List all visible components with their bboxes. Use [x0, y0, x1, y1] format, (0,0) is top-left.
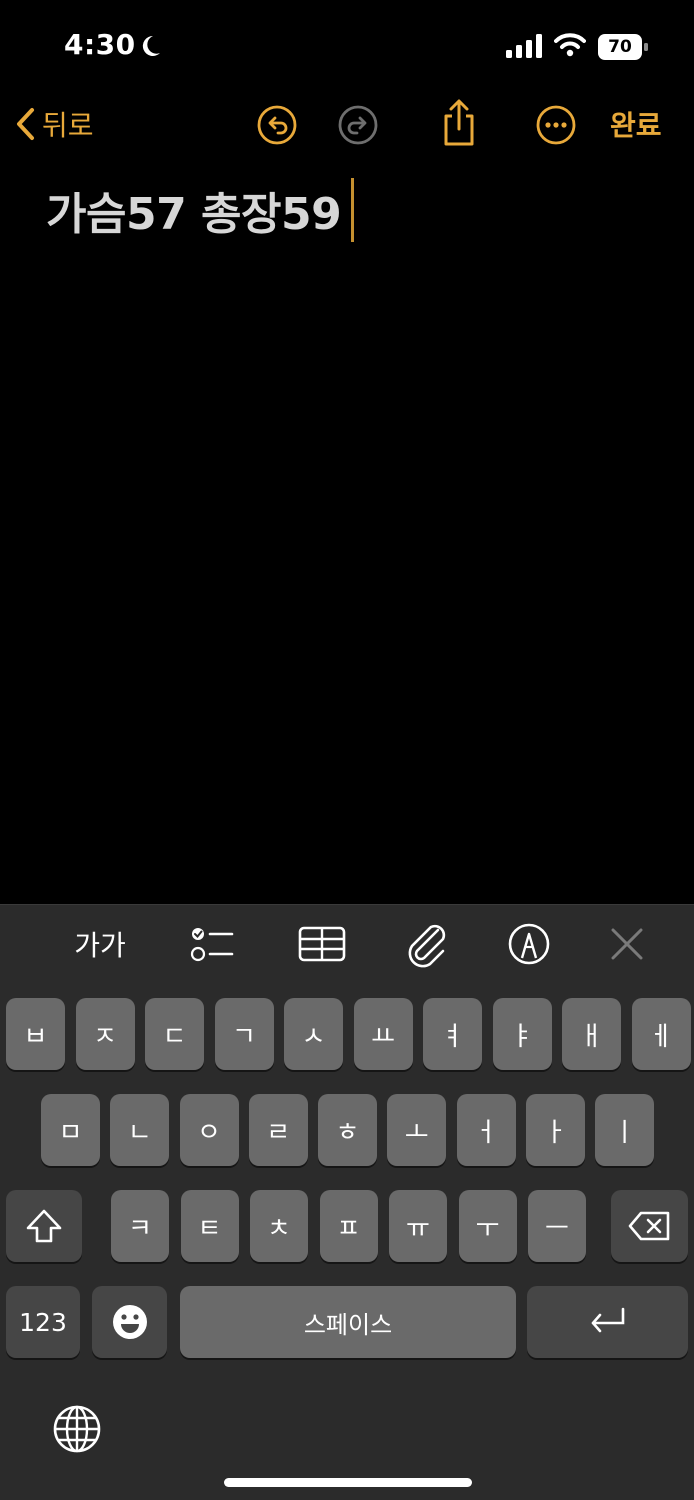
key-label: ㅐ — [579, 1021, 604, 1052]
key-row2-8[interactable]: ㅣ — [595, 1094, 654, 1166]
key-label: ㅎ — [335, 1117, 360, 1148]
key-label: ㄴ — [127, 1117, 152, 1148]
key-label: ㅡ — [545, 1213, 569, 1244]
key-row3-1[interactable]: ㅌ — [180, 1190, 239, 1262]
status-time: 4:30 — [64, 28, 136, 61]
cellular-signal-icon — [506, 34, 542, 58]
key-row1-4[interactable]: ㅅ — [284, 998, 343, 1070]
key-label: ㅔ — [649, 1021, 673, 1052]
close-icon[interactable] — [600, 920, 654, 968]
delete-key[interactable] — [611, 1190, 688, 1262]
return-key[interactable] — [527, 1286, 688, 1358]
key-row1-3[interactable]: ㄱ — [214, 998, 274, 1070]
format-text-button[interactable]: 가가 — [70, 920, 130, 968]
key-row1-5[interactable]: ㅛ — [353, 998, 413, 1070]
emoji-key[interactable] — [92, 1286, 167, 1358]
return-icon — [591, 1307, 624, 1333]
checklist-icon[interactable] — [186, 920, 240, 968]
key-row1-8[interactable]: ㅐ — [562, 998, 621, 1070]
key-row3-0[interactable]: ㅋ — [111, 1190, 169, 1262]
home-indicator — [224, 1478, 472, 1487]
key-row1-7[interactable]: ㅑ — [492, 998, 552, 1070]
key-row2-4[interactable]: ㅎ — [318, 1094, 377, 1166]
numbers-key[interactable]: 123 — [6, 1286, 80, 1358]
key-row1-1[interactable]: ㅈ — [75, 998, 135, 1070]
key-label: ㄹ — [266, 1117, 291, 1148]
more-icon[interactable] — [535, 104, 577, 146]
key-label: ㅜ — [475, 1213, 500, 1244]
text-caret — [351, 178, 354, 242]
key-label: ㅅ — [301, 1021, 326, 1052]
format-label: 가가 — [74, 929, 126, 962]
redo-icon[interactable] — [337, 104, 379, 146]
numbers-label: 123 — [19, 1307, 67, 1337]
key-row2-7[interactable]: ㅏ — [525, 1094, 585, 1166]
key-row3-2[interactable]: ㅊ — [250, 1190, 308, 1262]
key-label: ㅈ — [93, 1021, 117, 1052]
back-button[interactable]: 뒤로 — [14, 104, 94, 144]
key-label: ㄱ — [232, 1021, 256, 1052]
wifi-icon — [554, 33, 586, 57]
key-row3-3[interactable]: ㅍ — [319, 1190, 378, 1262]
key-label: ㄷ — [162, 1021, 187, 1052]
key-label: ㅣ — [612, 1117, 637, 1148]
emoji-icon — [112, 1305, 147, 1339]
space-label: 스페이스 — [303, 1310, 393, 1339]
moon-icon — [142, 35, 160, 56]
backspace-icon — [628, 1211, 669, 1241]
key-row3-6[interactable]: ㅡ — [528, 1190, 586, 1262]
key-label: ㅇ — [197, 1117, 221, 1148]
key-label: ㅓ — [474, 1117, 498, 1148]
key-row2-6[interactable]: ㅓ — [456, 1094, 516, 1166]
share-icon[interactable] — [438, 98, 480, 148]
key-label: ㅠ — [406, 1213, 430, 1244]
battery-level: 70 — [608, 37, 632, 57]
key-row2-2[interactable]: ㅇ — [179, 1094, 239, 1166]
key-label: ㅛ — [371, 1021, 395, 1052]
undo-icon[interactable] — [256, 104, 298, 146]
key-row1-0[interactable]: ㅂ — [6, 998, 65, 1070]
key-row2-5[interactable]: ㅗ — [387, 1094, 447, 1166]
done-button[interactable]: 완료 — [610, 104, 662, 144]
key-label: ㅊ — [267, 1213, 291, 1244]
key-row1-9[interactable]: ㅔ — [631, 998, 691, 1070]
note-text[interactable]: 가슴57 총장59 — [46, 178, 342, 242]
key-row2-0[interactable]: ㅁ — [41, 1094, 100, 1166]
key-label: ㅏ — [543, 1117, 568, 1148]
pen-markup-icon[interactable] — [502, 920, 556, 968]
key-row3-4[interactable]: ㅠ — [389, 1190, 447, 1262]
key-row2-1[interactable]: ㄴ — [110, 1094, 170, 1166]
key-label: ㅁ — [58, 1117, 83, 1148]
back-label: 뒤로 — [42, 109, 94, 142]
key-label: ㅌ — [197, 1213, 222, 1244]
key-row2-3[interactable]: ㄹ — [248, 1094, 308, 1166]
key-label: ㅗ — [404, 1117, 429, 1148]
key-label: ㅂ — [23, 1021, 48, 1052]
key-label: ㅕ — [440, 1021, 465, 1052]
key-label: ㅋ — [128, 1213, 152, 1244]
key-row3-5[interactable]: ㅜ — [458, 1190, 517, 1262]
key-row1-2[interactable]: ㄷ — [145, 998, 204, 1070]
globe-icon[interactable] — [52, 1404, 102, 1454]
table-icon[interactable] — [296, 920, 350, 968]
chevron-left-icon — [17, 108, 34, 140]
key-label: ㅍ — [336, 1213, 361, 1244]
space-key[interactable]: 스페이스 — [180, 1286, 516, 1358]
shift-key[interactable] — [6, 1190, 82, 1262]
key-label: ㅑ — [510, 1021, 534, 1052]
paperclip-icon[interactable] — [400, 920, 454, 968]
key-row1-6[interactable]: ㅕ — [423, 998, 482, 1070]
shift-icon — [26, 1209, 62, 1243]
